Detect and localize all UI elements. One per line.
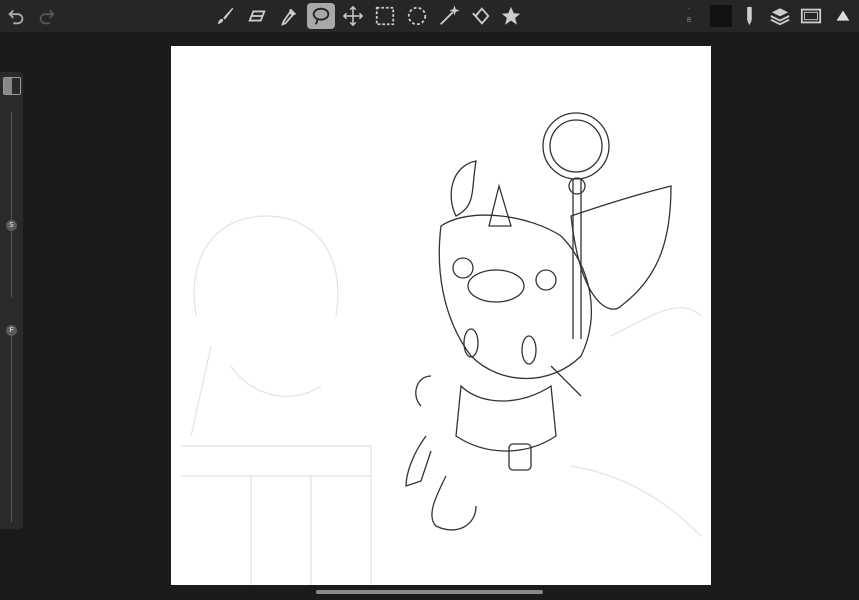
ellipse-select-icon bbox=[407, 6, 427, 26]
pencil-icon bbox=[747, 6, 752, 26]
redo-icon bbox=[39, 9, 55, 25]
brush-tool[interactable] bbox=[211, 3, 239, 29]
shape-tool[interactable] bbox=[497, 3, 525, 29]
flow-slider-handle[interactable]: F bbox=[6, 325, 17, 336]
eraser-icon bbox=[248, 10, 266, 22]
move-icon bbox=[342, 5, 364, 27]
brush-size-indicator[interactable]: · 8 bbox=[684, 4, 694, 26]
magic-wand-icon bbox=[440, 5, 460, 25]
undo-button[interactable] bbox=[2, 3, 30, 29]
redo-button[interactable] bbox=[33, 3, 61, 29]
brush-size-value: 8 bbox=[686, 16, 692, 24]
brush-settings-button[interactable] bbox=[735, 3, 763, 29]
frame-icon bbox=[800, 8, 822, 24]
top-toolbar: · 8 bbox=[0, 0, 859, 32]
canvas-view-button[interactable] bbox=[797, 3, 825, 29]
line-art-drawing bbox=[181, 112, 702, 586]
eyedropper-tool[interactable] bbox=[275, 3, 303, 29]
star-icon bbox=[501, 6, 521, 25]
home-indicator[interactable] bbox=[316, 590, 543, 594]
split-view-icon bbox=[4, 78, 12, 94]
drawing-canvas[interactable] bbox=[171, 46, 711, 586]
flow-slider-track[interactable] bbox=[11, 334, 12, 522]
layers-icon bbox=[769, 7, 791, 26]
size-slider-handle[interactable]: S bbox=[6, 220, 17, 231]
ellipse-select-tool[interactable] bbox=[403, 3, 431, 29]
magic-wand-tool[interactable] bbox=[435, 3, 463, 29]
lasso-tool[interactable] bbox=[307, 3, 335, 29]
lasso-icon bbox=[312, 7, 330, 25]
layers-button[interactable] bbox=[766, 3, 794, 29]
brush-icon bbox=[217, 7, 234, 25]
color-swatch[interactable] bbox=[710, 5, 732, 27]
rect-select-icon bbox=[375, 6, 395, 26]
size-slider-track[interactable] bbox=[11, 112, 12, 297]
move-tool[interactable] bbox=[339, 3, 367, 29]
transform-icon bbox=[472, 7, 490, 25]
eyedropper-icon bbox=[281, 8, 297, 26]
eraser-tool[interactable] bbox=[243, 3, 271, 29]
collapse-toolbar-button[interactable] bbox=[829, 3, 857, 29]
triangle-up-icon bbox=[836, 10, 850, 21]
rect-select-tool[interactable] bbox=[371, 3, 399, 29]
left-slider-panel: S F bbox=[0, 72, 23, 529]
undo-icon bbox=[8, 9, 24, 25]
split-view-toggle[interactable] bbox=[3, 77, 21, 95]
transform-tool[interactable] bbox=[467, 3, 495, 29]
